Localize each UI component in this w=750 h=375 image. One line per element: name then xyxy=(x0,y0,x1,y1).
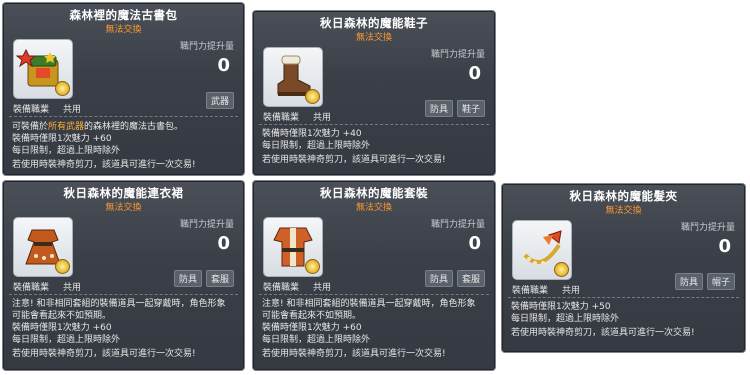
power-label: 職鬥力提升量 xyxy=(179,42,234,52)
item-title: 秋日森林的魔能鞋子 xyxy=(320,16,428,30)
item-tooltip-dress: 秋日森林的魔能連衣裙 無法交換 職鬥力提升量 0 防具 套服 裝備職業 共用 注意!… xyxy=(2,180,245,371)
desc-line: 若使用時裝神奇剪刀，該道具可進行一次交易! xyxy=(12,160,196,170)
job-value: 共用 xyxy=(313,283,332,293)
item-icon-frame xyxy=(263,217,323,277)
job-label: 裝備職業 xyxy=(263,283,300,293)
divider xyxy=(259,294,489,295)
trade-status: 無法交換 xyxy=(105,203,142,213)
job-value: 共用 xyxy=(562,286,581,296)
item-title: 秋日森林的魔能髮夾 xyxy=(569,189,678,203)
category-badge: 防具 xyxy=(424,100,453,117)
item-tooltip-book-bag: 森林裡的魔法古書包 無法交換 職鬥力提升量 0 武器 裝備職業 共用 可裝備於所有… xyxy=(2,2,245,176)
coin-icon xyxy=(554,262,569,277)
category-badge: 防具 xyxy=(424,270,453,287)
job-label: 裝備職業 xyxy=(263,113,300,123)
item-description: 可裝備於所有武器的森林裡的魔法古書包。 裝備時僅限1次魅力 +60 每日限制，超… xyxy=(12,121,238,171)
desc-line: 可裝備於所有武器的森林裡的魔法古書包。 xyxy=(12,122,184,132)
power-label: 職鬥力提升量 xyxy=(430,50,485,60)
category-badge: 套服 xyxy=(456,270,485,287)
item-tooltip-hairpin: 秋日森林的魔能髮夾 無法交換 職鬥力提升量 0 防具 帽子 裝備職業 共用 裝備時僅… xyxy=(501,183,746,353)
desc-line: 注意! 和非相同套組的裝備道具一起穿戴時，角色形象 xyxy=(12,299,226,309)
category-badge: 帽子 xyxy=(706,273,735,290)
trade-status: 無法交換 xyxy=(105,25,142,35)
power-label: 職鬥力提升量 xyxy=(179,220,234,230)
power-value: 0 xyxy=(468,63,481,84)
job-label: 裝備職業 xyxy=(13,105,50,115)
divider xyxy=(508,297,739,298)
category-badges: 防具 鞋子 xyxy=(421,97,485,117)
job-value: 共用 xyxy=(313,113,332,123)
item-description: 注意! 和非相同套組的裝備道具一起穿戴時，角色形象 可能會看起來不如預期。 裝備… xyxy=(12,298,238,360)
desc-line: 可能會看起來不如預期。 xyxy=(12,311,112,321)
desc-line: 注意! 和非相同套組的裝備道具一起穿戴時，角色形象 xyxy=(262,299,476,309)
category-badge: 防具 xyxy=(674,273,703,290)
desc-line: 每日限制，超過上限時除外 xyxy=(12,146,121,156)
desc-line: 每日限制，超過上限時除外 xyxy=(262,335,371,345)
item-icon-frame xyxy=(512,220,572,280)
job-label: 裝備職業 xyxy=(512,286,549,296)
category-badges: 防具 帽子 xyxy=(671,270,735,290)
category-badges: 防具 套服 xyxy=(170,267,234,287)
desc-line: 可能會看起來不如預期。 xyxy=(262,311,362,321)
category-badges: 武器 xyxy=(202,89,234,109)
trade-status: 無法交換 xyxy=(355,203,392,213)
power-value: 0 xyxy=(217,233,230,254)
job-value: 共用 xyxy=(63,283,82,293)
desc-line: 若使用時裝神奇剪刀，該道具可進行一次交易! xyxy=(262,155,446,165)
item-icon-frame xyxy=(13,217,73,277)
category-badge: 防具 xyxy=(173,270,202,287)
item-tooltip-outfit: 秋日森林的魔能套裝 無法交換 職鬥力提升量 0 防具 套服 裝備職業 共用 注意! … xyxy=(252,180,496,371)
job-value: 共用 xyxy=(63,105,82,115)
job-label: 裝備職業 xyxy=(13,283,50,293)
item-title: 秋日森林的魔能套裝 xyxy=(320,186,428,200)
item-icon-frame xyxy=(13,39,73,99)
trade-status: 無法交換 xyxy=(355,33,392,43)
divider xyxy=(259,124,489,125)
desc-line: 若使用時裝神奇剪刀，該道具可進行一次交易! xyxy=(262,349,446,359)
power-label: 職鬥力提升量 xyxy=(430,220,485,230)
coin-icon xyxy=(305,89,320,104)
category-badges: 防具 套服 xyxy=(421,267,485,287)
desc-line: 裝備時僅限1次魅力 +60 xyxy=(12,323,112,333)
coin-icon xyxy=(55,259,70,274)
desc-line: 裝備時僅限1次魅力 +60 xyxy=(262,323,362,333)
desc-line: 每日限制，超過上限時除外 xyxy=(12,335,121,345)
power-label: 職鬥力提升量 xyxy=(680,223,735,233)
job-row: 裝備職業 共用 xyxy=(13,280,81,293)
job-row: 裝備職業 共用 xyxy=(13,102,81,115)
desc-line: 若使用時裝神奇剪刀，該道具可進行一次交易! xyxy=(511,328,695,338)
desc-line: 裝備時僅限1次魅力 +40 xyxy=(262,129,362,139)
divider xyxy=(9,294,238,295)
power-value: 0 xyxy=(217,55,230,76)
desc-line: 裝備時僅限1次魅力 +60 xyxy=(12,134,112,144)
item-description: 注意! 和非相同套組的裝備道具一起穿戴時，角色形象 可能會看起來不如預期。 裝備… xyxy=(262,298,489,360)
item-description: 裝備時僅限1次魅力 +40 每日限制，超過上限時除外 若使用時裝神奇剪刀，該道具… xyxy=(262,128,489,166)
divider xyxy=(9,116,238,117)
category-badge: 套服 xyxy=(205,270,234,287)
job-row: 裝備職業 共用 xyxy=(263,110,331,123)
power-value: 0 xyxy=(718,236,731,257)
category-badge: 武器 xyxy=(205,92,234,109)
job-row: 裝備職業 共用 xyxy=(263,280,331,293)
category-badge: 鞋子 xyxy=(456,100,485,117)
desc-line: 若使用時裝神奇剪刀，該道具可進行一次交易! xyxy=(12,349,196,359)
trade-status: 無法交換 xyxy=(605,206,642,216)
desc-line: 每日限制，超過上限時除外 xyxy=(262,141,371,151)
desc-line: 裝備時僅限1次魅力 +50 xyxy=(511,302,611,312)
item-icon-frame xyxy=(263,47,323,107)
item-tooltip-boots: 秋日森林的魔能鞋子 無法交換 職鬥力提升量 0 防具 鞋子 裝備職業 共用 裝備時僅… xyxy=(252,10,496,176)
power-value: 0 xyxy=(468,233,481,254)
desc-line: 每日限制，超過上限時除外 xyxy=(511,314,620,324)
item-description: 裝備時僅限1次魅力 +50 每日限制，超過上限時除外 若使用時裝神奇剪刀，該道具… xyxy=(511,301,739,339)
item-title: 秋日森林的魔能連衣裙 xyxy=(63,186,184,200)
coin-icon xyxy=(305,259,320,274)
job-row: 裝備職業 共用 xyxy=(512,283,580,296)
coin-icon xyxy=(55,81,70,96)
item-title: 森林裡的魔法古書包 xyxy=(69,8,178,22)
